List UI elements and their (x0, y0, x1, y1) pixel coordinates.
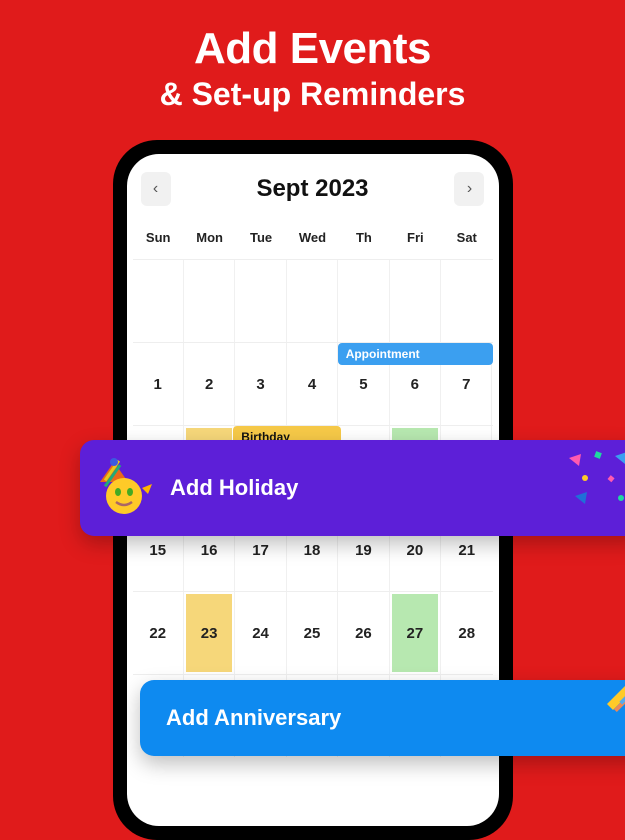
week-row: 22232425262728 (133, 591, 493, 674)
day-cell (338, 260, 389, 342)
dow-cell: Sun (133, 222, 184, 259)
day-cell (184, 260, 235, 342)
day-cell (441, 260, 492, 342)
hero-heading: Add Events (0, 24, 625, 74)
party-emoji-icon (94, 456, 158, 520)
day-cell (390, 260, 441, 342)
day-cell (133, 260, 184, 342)
day-cell[interactable]: 25 (287, 592, 338, 674)
event-bar[interactable]: Appointment (338, 343, 493, 365)
day-cell[interactable]: 26 (338, 592, 389, 674)
hero-title: Add Events & Set-up Reminders (0, 0, 625, 113)
dow-cell: Wed (287, 222, 338, 259)
week-row: 1234567Appointment (133, 342, 493, 425)
add-anniversary-label: Add Anniversary (166, 705, 341, 731)
next-month-button[interactable]: › (454, 172, 484, 206)
day-cell[interactable]: 24 (235, 592, 286, 674)
day-cell[interactable]: 2 (184, 343, 235, 425)
add-anniversary-card[interactable]: Add Anniversary (140, 680, 625, 756)
dow-cell: Tue (235, 222, 286, 259)
dow-cell: Mon (184, 222, 235, 259)
day-cell[interactable]: 28 (441, 592, 492, 674)
day-cell (235, 260, 286, 342)
day-cell (287, 260, 338, 342)
day-cell[interactable]: 3 (235, 343, 286, 425)
day-cell[interactable]: 22 (133, 592, 184, 674)
add-holiday-card[interactable]: Add Holiday (80, 440, 625, 536)
dow-cell: Fri (390, 222, 441, 259)
month-label: Sept 2023 (256, 175, 368, 203)
party-horn-icon (599, 654, 625, 718)
hero-subheading: & Set-up Reminders (0, 76, 625, 113)
day-of-week-row: SunMonTueWedThFriSat (133, 222, 493, 259)
day-cell[interactable]: 1 (133, 343, 184, 425)
prev-month-button[interactable]: ‹ (141, 172, 171, 206)
dow-cell: Th (338, 222, 389, 259)
day-cell[interactable]: 4 (287, 343, 338, 425)
week-row (133, 259, 493, 342)
day-cell[interactable]: 27 (390, 592, 441, 674)
add-holiday-label: Add Holiday (170, 475, 298, 501)
confetti-icon (565, 448, 625, 520)
calendar-header: ‹ Sept 2023 › (127, 154, 499, 216)
dow-cell: Sat (441, 222, 492, 259)
day-cell[interactable]: 23 (184, 592, 235, 674)
